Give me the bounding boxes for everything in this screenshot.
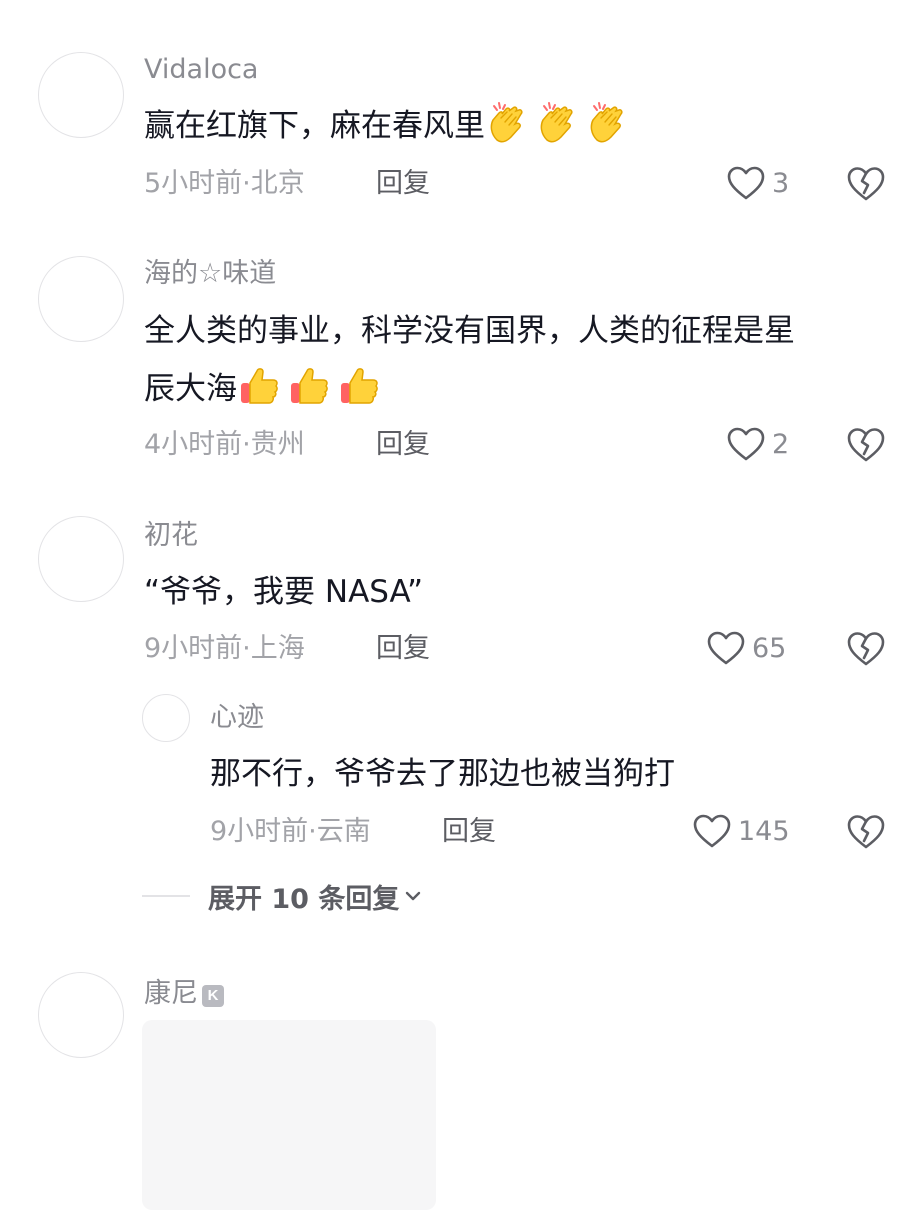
comment-username[interactable]: Vidaloca — [144, 52, 258, 88]
comment-text-content: 赢在红旗下，麻在春风里 — [144, 108, 485, 144]
username-text: 康尼 — [144, 978, 198, 1009]
broken-heart-icon[interactable] — [846, 629, 886, 669]
thumbs-up-icon — [337, 363, 381, 407]
avatar[interactable] — [142, 694, 190, 742]
like-count: 3 — [772, 168, 790, 199]
comment-text: 赢在红旗下，麻在春风里 — [144, 97, 635, 155]
clapping-hands-icon — [585, 100, 629, 144]
comment-username[interactable]: 初花 — [144, 518, 198, 554]
avatar[interactable] — [38, 52, 124, 138]
avatar[interactable] — [38, 516, 124, 602]
reply-button[interactable]: 回复 — [376, 427, 430, 463]
comment-image[interactable] — [142, 1020, 436, 1210]
broken-heart-icon[interactable] — [846, 425, 886, 465]
broken-heart-icon[interactable] — [846, 812, 886, 852]
comment-username[interactable]: 康尼 K — [144, 976, 224, 1012]
avatar[interactable] — [38, 972, 124, 1058]
clapping-hands-icon — [535, 100, 579, 144]
comment-meta: 5小时前·北京 — [144, 168, 305, 199]
avatar[interactable] — [38, 256, 124, 342]
heart-outline-icon — [706, 629, 746, 669]
like-count: 2 — [772, 429, 790, 460]
reply-meta: 9小时前·云南 — [210, 816, 371, 847]
thumbs-up-icon — [287, 363, 331, 407]
thumbs-up-icon — [237, 363, 281, 407]
like-button[interactable]: 145 — [692, 810, 790, 854]
like-count: 65 — [752, 633, 787, 664]
like-button[interactable]: 2 — [726, 423, 789, 467]
clapping-hands-icon — [485, 100, 529, 144]
like-button[interactable]: 65 — [706, 627, 786, 671]
expand-replies-label: 展开 10 条回复 — [208, 883, 400, 915]
comment-text: “爷爷，我要 NASA” — [144, 574, 423, 610]
heart-outline-icon — [726, 164, 766, 204]
comment-meta: 4小时前·贵州 — [144, 429, 305, 460]
like-count: 145 — [738, 816, 790, 847]
reply-button[interactable]: 回复 — [376, 166, 430, 202]
reply-button[interactable]: 回复 — [442, 814, 496, 850]
chevron-down-icon — [403, 886, 423, 906]
reply-username[interactable]: 心迹 — [210, 700, 264, 736]
broken-heart-icon[interactable] — [846, 164, 886, 204]
like-button[interactable]: 3 — [726, 162, 789, 206]
comment-text: 辰大海 — [144, 360, 387, 418]
author-badge: K — [202, 985, 224, 1007]
comment-meta: 9小时前·上海 — [144, 633, 305, 664]
comment-text-content: 辰大海 — [144, 371, 237, 407]
heart-outline-icon — [726, 425, 766, 465]
reply-button[interactable]: 回复 — [376, 631, 430, 667]
comment-username[interactable]: 海的☆味道 — [144, 256, 276, 292]
comment-text-line: 全人类的事业，科学没有国界，人类的征程是星 — [144, 313, 795, 349]
reply-text: 那不行，爷爷去了那边也被当狗打 — [210, 756, 675, 792]
expand-replies-button[interactable]: 展开 10 条回复 — [142, 876, 423, 916]
heart-outline-icon — [692, 812, 732, 852]
divider — [142, 895, 190, 897]
